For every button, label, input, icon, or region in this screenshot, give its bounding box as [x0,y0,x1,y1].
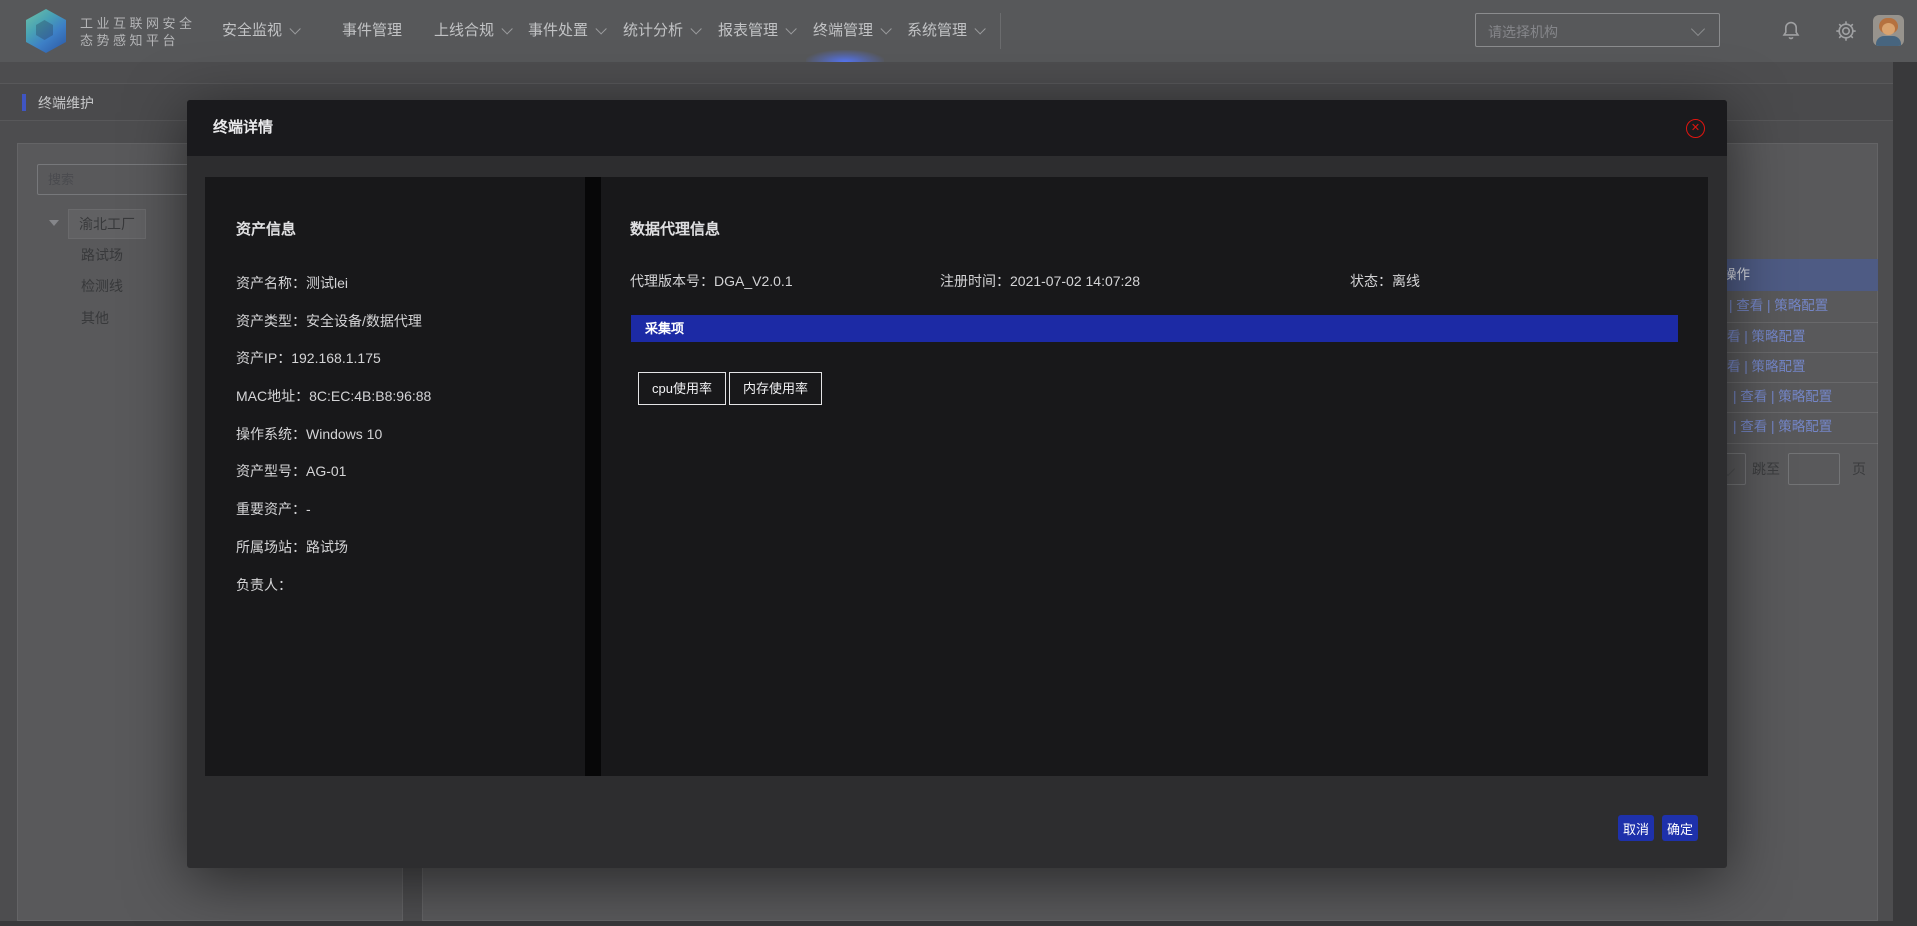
app-screen: 工业互联网安全 态势感知平台 安全监视 事件管理 上线合规 事件处置 统计分析 … [0,0,1917,926]
asset-info-heading: 资产信息 [236,218,296,239]
nav-item-report-management[interactable]: 报表管理 [718,0,793,62]
table-row-actions[interactable]: 看 | 策略配置 [1727,322,1806,352]
nav-item-event-handling[interactable]: 事件处置 [528,0,603,62]
collection-item-memory-usage[interactable]: 内存使用率 [729,372,822,405]
chevron-down-icon [880,23,891,34]
agent-info-heading: 数据代理信息 [630,218,720,239]
page-unit-label: 页 [1852,459,1866,479]
table-row-actions[interactable]: 看 | 策略配置 [1727,352,1806,382]
asset-field-model: 资产型号：AG-01 [236,453,575,491]
nav-item-security-monitor[interactable]: 安全监视 [222,0,297,62]
modal-title: 终端详情 [213,100,273,156]
asset-field-station: 所属场站：路试场 [236,529,575,567]
org-select-placeholder: 请选择机构 [1488,22,1558,42]
agent-field-status: 状态：离线 [1350,271,1420,291]
jump-to-page-input[interactable] [1788,453,1840,485]
nav-divider [1000,13,1001,49]
tree-node-root[interactable]: 渝北工厂 [68,209,146,239]
settings-button[interactable] [1833,18,1859,44]
logo-line-1: 工业互联网安全 [80,15,196,32]
user-avatar[interactable] [1873,15,1904,46]
page-bottom-margin [0,921,1917,926]
page-right-margin [1893,62,1917,926]
chevron-down-icon [1691,22,1705,36]
top-nav: 工业互联网安全 态势感知平台 安全监视 事件管理 上线合规 事件处置 统计分析 … [0,0,1917,62]
nav-item-system-management[interactable]: 系统管理 [907,0,982,62]
tree-node-child[interactable]: 其他 [81,308,109,328]
asset-field-mac: MAC地址：8C:EC:4B:B8:96:88 [236,378,575,416]
asset-field-important: 重要资产：- [236,491,575,529]
app-logo-text: 工业互联网安全 态势感知平台 [80,15,196,49]
terminal-detail-modal: 终端详情 ✕ 资产信息 资产名称：测试lei 资产类型：安全设备/数据代理 资产… [187,100,1727,868]
chevron-down-icon [289,23,300,34]
data-agent-panel: 数据代理信息 代理版本号：DGA_V2.0.1 注册时间：2021-07-02 … [601,177,1708,776]
collection-items-header: 采集项 [631,315,1678,342]
table-row-actions[interactable]: | 查看 | 策略配置 [1729,291,1828,321]
logo-line-2: 态势感知平台 [80,32,196,49]
org-select[interactable]: 请选择机构 [1475,13,1720,47]
agent-field-version: 代理版本号：DGA_V2.0.1 [630,271,793,291]
row-divider [1705,443,1878,444]
nav-item-online-compliance[interactable]: 上线合规 [434,0,509,62]
asset-field-type: 资产类型：安全设备/数据代理 [236,303,575,341]
asset-field-owner: 负责人： [236,567,575,605]
agent-field-register-time: 注册时间：2021-07-02 14:07:28 [940,271,1140,291]
table-row-actions[interactable]: | 查看 | 策略配置 [1733,382,1832,412]
avatar-face [1882,23,1895,35]
asset-info-panel: 资产信息 资产名称：测试lei 资产类型：安全设备/数据代理 资产IP：192.… [205,177,585,776]
asset-field-os: 操作系统：Windows 10 [236,416,575,454]
active-tab-indicator [806,50,884,62]
nav-item-event-management[interactable]: 事件管理 [342,0,402,62]
app-logo-icon [26,9,66,53]
chevron-down-icon [974,23,985,34]
breadcrumb-accent [22,94,26,111]
tree-node-child[interactable]: 检测线 [81,276,123,296]
modal-title-bar: 终端详情 ✕ [187,100,1727,156]
tree-expand-caret-icon[interactable] [49,220,59,226]
jump-to-label: 跳至 [1752,459,1780,479]
chevron-down-icon [595,23,606,34]
cancel-button[interactable]: 取消 [1618,815,1654,841]
asset-fields: 资产名称：测试lei 资产类型：安全设备/数据代理 资产IP：192.168.1… [236,265,575,604]
panel-divider [585,177,601,776]
close-icon[interactable]: ✕ [1686,119,1705,138]
avatar-shirt [1876,36,1901,46]
asset-field-ip: 资产IP：192.168.1.175 [236,340,575,378]
table-row-actions[interactable]: | 查看 | 策略配置 [1733,412,1832,442]
confirm-button[interactable]: 确定 [1662,815,1698,841]
bell-icon [1778,18,1804,44]
nav-item-statistics[interactable]: 统计分析 [623,0,698,62]
page-title: 终端维护 [38,84,94,122]
tree-node-child[interactable]: 路试场 [81,245,123,265]
gear-icon [1833,18,1859,44]
chevron-down-icon [690,23,701,34]
asset-field-name: 资产名称：测试lei [236,265,575,303]
chevron-down-icon [501,23,512,34]
collection-item-cpu-usage[interactable]: cpu使用率 [638,372,726,405]
chevron-down-icon [785,23,796,34]
notifications-button[interactable] [1778,18,1804,44]
